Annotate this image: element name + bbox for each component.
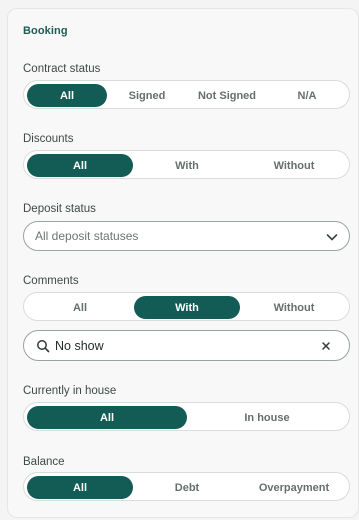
contract-status-label: Contract status [23,63,101,75]
in-house-option-in-house[interactable]: In house [187,406,347,429]
deposit-status-label: Deposit status [23,203,96,215]
discounts-label: Discounts [23,133,74,145]
discounts-option-all[interactable]: All [27,154,133,177]
contract-status-option-not-signed[interactable]: Not Signed [187,84,267,107]
contract-status-option-signed[interactable]: Signed [107,84,187,107]
comments-segmented-control: All With Without [23,292,350,321]
contract-status-segmented-control: All Signed Not Signed N/A [23,80,350,109]
panel-title: Booking [23,25,68,37]
balance-label: Balance [23,456,65,468]
contract-status-option-na[interactable]: N/A [267,84,347,107]
comments-search-field [23,330,350,361]
balance-option-overpayment[interactable]: Overpayment [241,476,347,499]
balance-option-all[interactable]: All [27,476,133,499]
comments-option-all[interactable]: All [27,296,133,319]
comments-option-with[interactable]: With [134,296,240,319]
comments-label: Comments [23,275,79,287]
search-icon [37,340,50,353]
discounts-option-without[interactable]: Without [241,154,347,177]
deposit-status-select[interactable]: All deposit statuses [23,221,350,251]
comments-option-without[interactable]: Without [241,296,347,319]
discounts-option-with[interactable]: With [134,154,240,177]
balance-segmented-control: All Debt Overpayment [23,472,350,501]
currently-in-house-segmented-control: All In house [23,402,350,431]
discounts-segmented-control: All With Without [23,150,350,179]
close-icon[interactable] [320,340,332,352]
balance-option-debt[interactable]: Debt [134,476,240,499]
contract-status-option-all[interactable]: All [27,84,107,107]
currently-in-house-label: Currently in house [23,385,117,397]
chevron-down-icon [326,234,338,241]
deposit-status-placeholder: All deposit statuses [35,229,139,243]
in-house-option-all[interactable]: All [27,406,187,429]
comments-search-input[interactable] [55,336,305,355]
